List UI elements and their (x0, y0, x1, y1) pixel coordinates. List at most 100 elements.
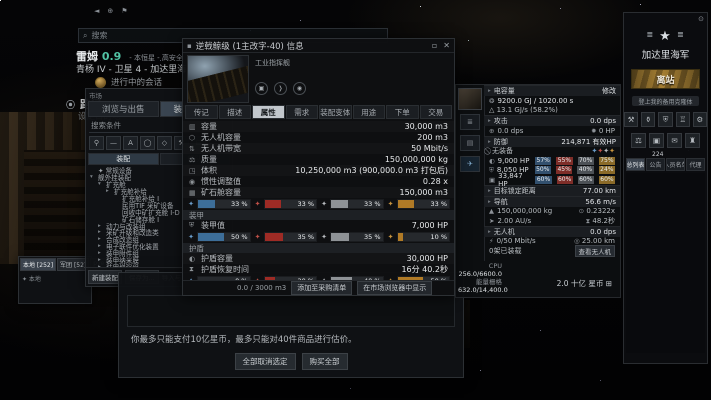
tab-bulletins[interactable]: 公告 (646, 158, 665, 171)
repair-icon[interactable]: ⚒ (624, 112, 638, 127)
new-fitting-button[interactable]: 新建装配 (88, 270, 122, 284)
edit-link[interactable]: 修改 (602, 86, 616, 96)
add-to-buy-list-button[interactable]: 添加至采购清单 (291, 281, 352, 295)
drone-bandwidth-icon: ⇅ (189, 145, 197, 153)
capacitor-section[interactable]: ▸电容量修改 (484, 85, 620, 96)
expander-icon[interactable]: ▸ (98, 223, 104, 229)
expander-icon[interactable]: ▸ (98, 250, 104, 256)
insurance-icon[interactable]: ⛨ (658, 112, 672, 127)
chat-tab-local[interactable]: 本地 [252] (20, 258, 56, 271)
multibuy-item-list[interactable] (127, 295, 455, 327)
info-title-bar[interactable]: ▪ 逆戟鲸级 (1主改字-40) 信息 ▫ ✕ (183, 39, 454, 53)
shield-icon: ◐ (489, 157, 495, 165)
info-window-title: 逆戟鲸级 (1主改字-40) 信息 (196, 40, 304, 52)
session-entry[interactable]: 进行中的会话 (95, 76, 162, 88)
view-drones-button[interactable]: 查看无人机 (575, 245, 616, 257)
attribute-row: ◉惯性调整值0.28 x (183, 176, 454, 187)
preview-row: 工业指挥舰 ▣ ❭ ◉ (183, 53, 454, 105)
expander-icon[interactable]: ▸ (98, 243, 104, 249)
expander-icon[interactable]: ▸ (98, 257, 104, 263)
lp-store-icon[interactable]: ♖ (676, 112, 690, 127)
tab-usage[interactable]: 用途 (353, 105, 386, 119)
ship-group-label: 工业指挥舰 (255, 58, 306, 68)
agent-icon (95, 77, 106, 88)
ore-hold-icon: ▦ (189, 189, 197, 197)
tab-guests[interactable]: 人员名单 (666, 158, 685, 171)
compass-icon[interactable]: ⊕ (107, 7, 113, 15)
fitted-ship-thumbnail[interactable] (459, 89, 481, 109)
recharge-icon: ⧗ (189, 265, 197, 274)
expander-icon[interactable]: ▾ (98, 181, 104, 187)
tab-bio[interactable]: 传记 (185, 105, 218, 119)
fullscreen-preview-icon[interactable]: ▣ (255, 82, 268, 95)
cpu-powergrid-readout: CPU256.0/6600.0 能量栅格632.0/14,400.0 (458, 262, 502, 294)
target-icon[interactable]: ◄ (94, 7, 99, 15)
panel-settings-icon[interactable]: ⊙ (698, 15, 704, 23)
filter-dash-icon[interactable]: — (106, 136, 121, 150)
remove-all-button[interactable]: 全部取消选定 (235, 353, 296, 370)
high-slot[interactable]: ≣ (460, 114, 480, 130)
contracts-icon[interactable]: ✉ (667, 133, 682, 148)
undock-button[interactable]: 离站 (631, 69, 700, 89)
attribute-row: ▥容量30,000 m3 (183, 121, 454, 132)
tab-overview-list[interactable]: 总列表 (626, 158, 645, 171)
tab-trade[interactable]: 交易 (420, 105, 453, 119)
station-services-panel: ⊙ ≣ ★ ≣ 加达里海军 离站 登上我的备用克隆体 ⚒ ⚱ ⛨ ♖ ⚙ ⚖ ▣… (623, 12, 708, 364)
multibuy-limit-note: 你最多只能支付10亿星币，最多只能对40件商品进行估价。 (119, 327, 463, 349)
capacitor-icon: ❂ (489, 97, 494, 105)
view-market-details-button[interactable]: 在市场浏览器中显示 (357, 281, 432, 295)
tab-requirements[interactable]: 需求 (286, 105, 319, 119)
unpin-icon[interactable]: ▫ (432, 41, 437, 50)
kinetic-damage-icon: ✦ (320, 200, 328, 208)
tab-description[interactable]: 描述 (219, 105, 252, 119)
clone-bay-icon[interactable]: ⚱ (641, 112, 655, 127)
expander-icon[interactable]: ▾ (90, 174, 96, 180)
hull-layer-row: ▣33,847 HP60%60%60%60% (484, 175, 620, 185)
station-panel-list[interactable] (626, 173, 705, 353)
close-icon[interactable]: ✕ (443, 41, 450, 50)
ship-preview-image[interactable] (187, 55, 249, 103)
tab-agents[interactable]: 代理 (686, 158, 705, 171)
volley-icon: ✹ (591, 127, 596, 135)
filter-diamond-icon[interactable]: ◇ (157, 136, 172, 150)
drone-bay-slot[interactable]: ✈ (460, 156, 480, 172)
tab-orders[interactable]: 下单 (386, 105, 419, 119)
expander-icon[interactable]: ▸ (98, 229, 104, 235)
subtab-fittings[interactable]: 装配 (88, 153, 159, 165)
market-icon[interactable]: ⚖ (631, 133, 646, 148)
industry-icon[interactable]: ⚙ (693, 112, 707, 127)
shield-layer-row: ◐9,000 HP57%55%70%75% (484, 156, 620, 166)
tab-browse-sell[interactable]: 浏览与出售 (88, 101, 159, 117)
expander-icon[interactable]: ▸ (98, 236, 104, 242)
offense-section[interactable]: ▸攻击0.0 dps (484, 115, 620, 126)
clone-bay-button[interactable]: 登上我的备用克隆体 (632, 96, 699, 106)
tab-attributes[interactable]: 属性 (252, 105, 285, 119)
defense-section[interactable]: ▸防御214,871 有效HP (484, 136, 620, 147)
flag-icon[interactable]: ⚑ (121, 7, 127, 15)
expander-icon[interactable]: ▸ (106, 188, 112, 194)
filter-text-icon[interactable]: A (123, 136, 138, 150)
chevron-right-icon: ▸ (488, 199, 491, 205)
drones-section[interactable]: ▸无人机0.0 dps (484, 226, 620, 237)
navigation-section[interactable]: ▸导航56.6 m/s (484, 196, 620, 207)
fit-price-estimate: 2.0 十亿 星币 ⊞ (557, 278, 612, 289)
tab-variants[interactable]: 装配变体 (319, 105, 352, 119)
info-footer: 0.0 / 3000 m3 添加至采购清单 在市场浏览器中显示 (183, 280, 454, 295)
targeting-section[interactable]: ▸目标锁定距离77.00 km (484, 185, 620, 196)
mid-slot[interactable]: ▤ (460, 135, 480, 151)
armor-section-header: 装甲 (183, 210, 454, 220)
thermal-damage-icon: ✦ (254, 233, 262, 241)
fitting-icon[interactable]: ▣ (649, 133, 664, 148)
volume-icon: ◳ (189, 167, 197, 175)
ship-render (187, 61, 249, 103)
service-row-2: ⚖ ▣ ✉ ♜ (624, 133, 707, 148)
filter-search-icon[interactable]: ⚲ (89, 136, 104, 150)
camera-icon[interactable]: ◉ (293, 82, 306, 95)
chevron-right-icon: ▸ (488, 229, 491, 235)
buy-all-button[interactable]: 购买全部 (302, 353, 348, 370)
filter-circle-icon[interactable]: ◯ (140, 136, 155, 150)
chevron-right-icon: ▸ (488, 118, 491, 124)
brackets-icon[interactable]: ❭ (274, 82, 287, 95)
chevron-right-icon: ▸ (488, 139, 491, 145)
corp-office-icon[interactable]: ♜ (685, 133, 700, 148)
